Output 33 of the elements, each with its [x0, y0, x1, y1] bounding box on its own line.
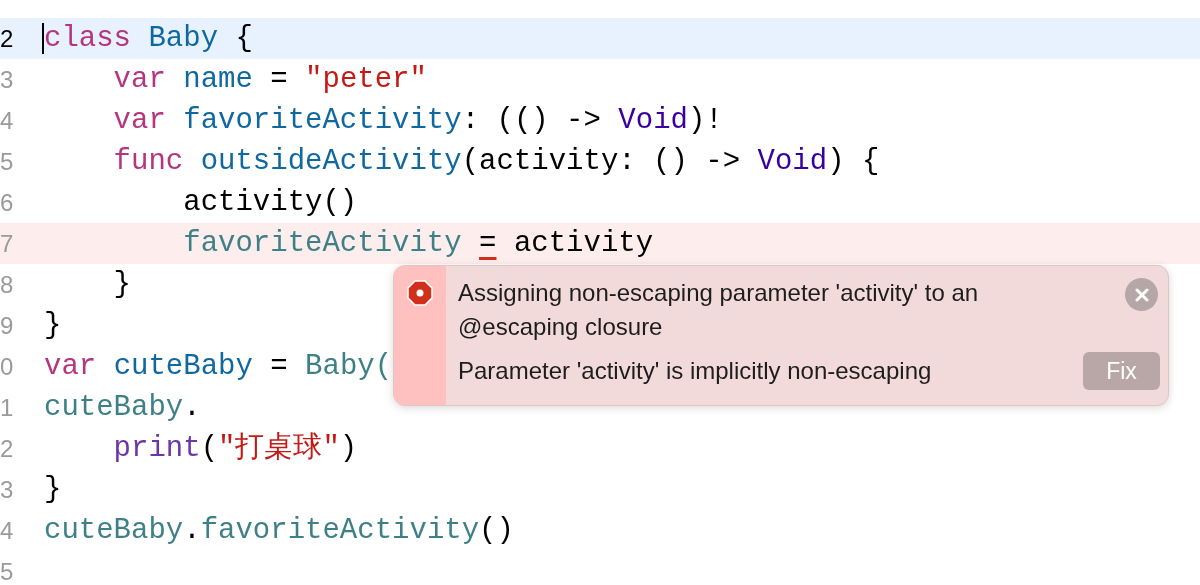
code-line: var favoriteActivity: (() -> Void)! — [112, 103, 723, 139]
line-number: 7 — [0, 228, 15, 259]
close-icon — [1134, 287, 1149, 302]
line-number: 3 — [0, 64, 15, 95]
code-line: var cuteBaby = Baby( — [44, 349, 393, 385]
line-number: 9 — [0, 310, 15, 341]
error-note: Parameter 'activity' is implicitly non-escaping — [458, 356, 932, 386]
code-line: print("打桌球") — [112, 431, 358, 467]
error-icon — [407, 280, 433, 306]
error-message: Assigning non-escaping parameter 'activity' to an @escaping closure — [458, 278, 980, 342]
line-number: 3 — [0, 474, 15, 505]
line-number: 8 — [0, 269, 15, 300]
line-number: 5 — [0, 146, 15, 177]
line-number: 1 — [0, 392, 15, 423]
code-line: activity() — [182, 185, 358, 221]
code-line: } — [44, 308, 62, 344]
code-line: func outsideActivity(activity: () -> Void) { — [112, 144, 880, 180]
code-line: class Baby { — [44, 21, 253, 57]
line-number: 0 — [0, 351, 15, 382]
line-number: 6 — [0, 187, 15, 218]
line-number: 4 — [0, 105, 15, 136]
code-line: } — [112, 267, 131, 303]
code-line: var name = "peter" — [112, 62, 427, 98]
code-line: cuteBaby. — [44, 390, 201, 426]
line-number: 5 — [0, 556, 15, 585]
code-line: cuteBaby.favoriteActivity() — [44, 513, 514, 549]
code-line: } — [44, 472, 62, 508]
fix-button[interactable]: Fix — [1083, 352, 1160, 390]
code-line: favoriteActivity = activity — [182, 226, 654, 262]
line-number: 4 — [0, 515, 15, 546]
line-number: 2 — [0, 433, 15, 464]
close-button[interactable] — [1125, 278, 1158, 311]
line-number: 2 — [0, 23, 15, 54]
